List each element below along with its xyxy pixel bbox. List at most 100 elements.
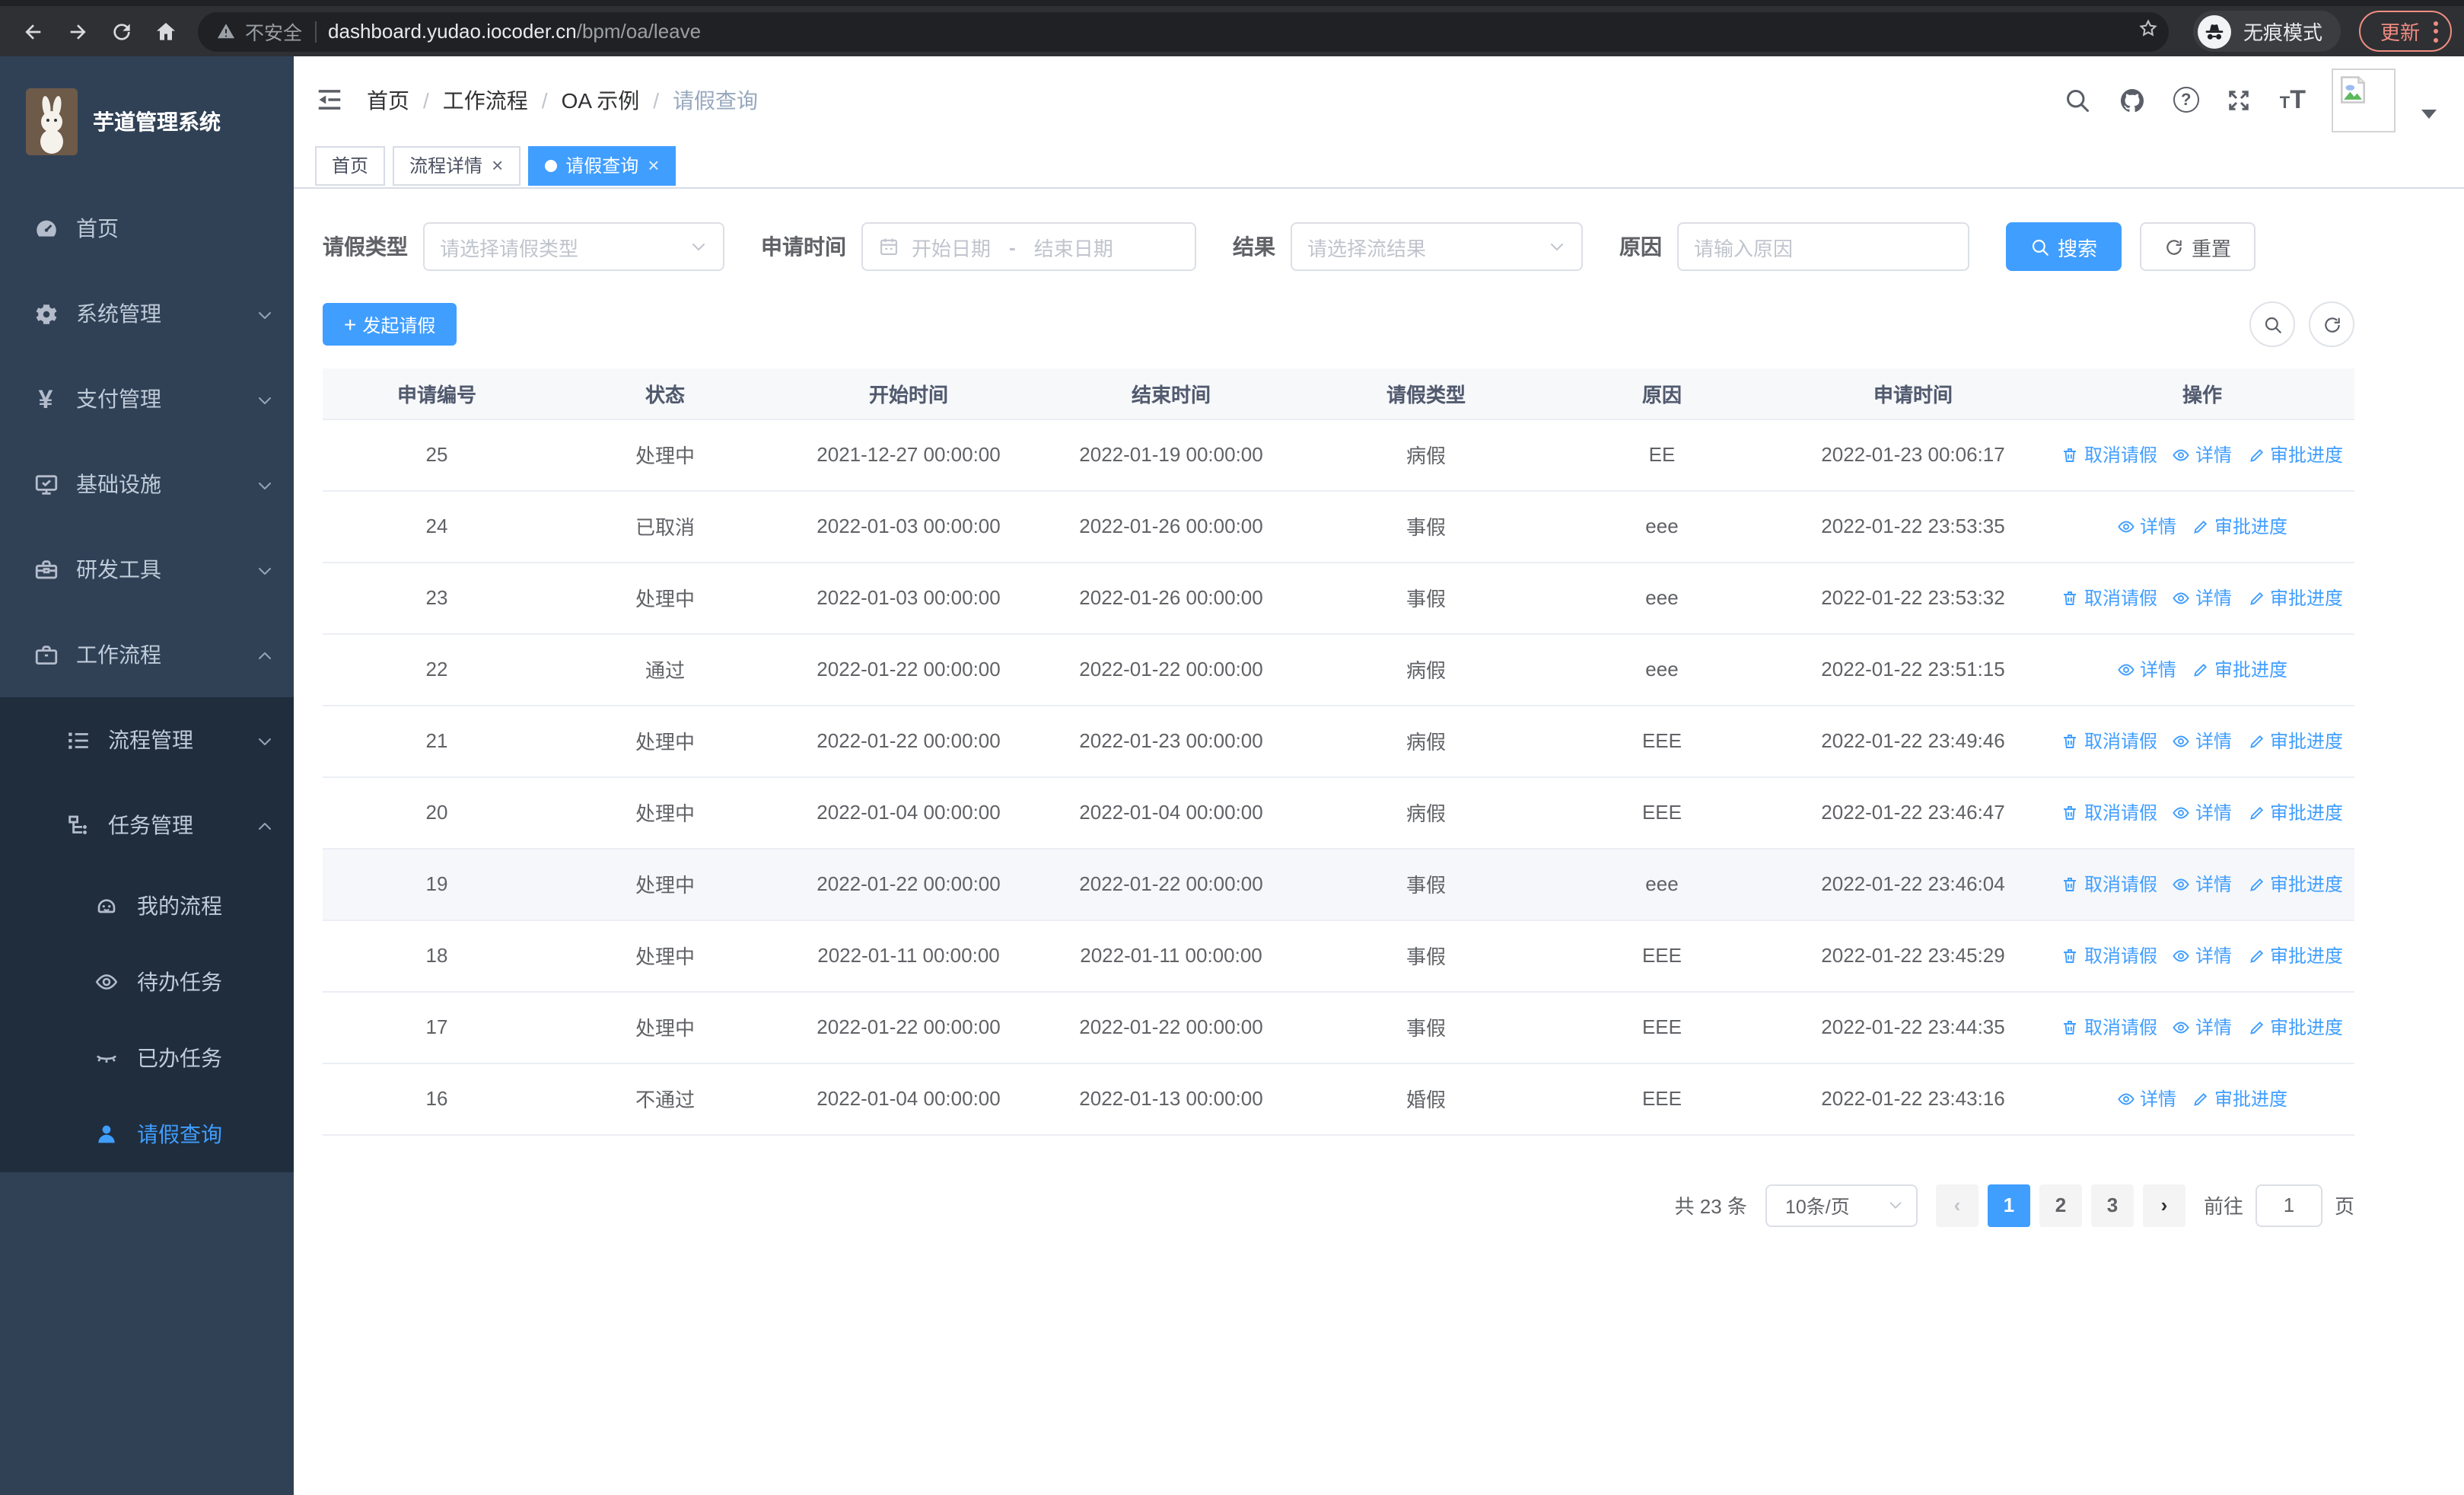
search-icon[interactable]	[2064, 85, 2093, 114]
tab-leave-query[interactable]: 请假查询 ×	[527, 145, 676, 185]
detail-link[interactable]: 详情	[2117, 513, 2176, 539]
sidebar-item-label: 我的流程	[137, 894, 222, 918]
detail-link[interactable]: 详情	[2173, 728, 2232, 754]
avatar[interactable]	[2332, 68, 2396, 132]
next-page-button[interactable]: ›	[2142, 1184, 2185, 1226]
prev-page-button[interactable]: ‹	[1935, 1184, 1979, 1226]
breadcrumb-item[interactable]: 首页	[367, 84, 409, 115]
cancel-leave-link[interactable]: 取消请假	[2061, 1014, 2157, 1040]
home-icon[interactable]	[145, 11, 186, 52]
robot-icon	[88, 894, 125, 918]
pen-icon	[2247, 1018, 2265, 1036]
approval-progress-link[interactable]: 审批进度	[2247, 441, 2343, 467]
close-icon[interactable]: ×	[492, 155, 503, 175]
sidebar-item-dev-tools[interactable]: 研发工具	[0, 527, 294, 612]
forward-icon[interactable]	[56, 11, 97, 52]
sidebar-item-my-process[interactable]: 我的流程	[0, 868, 294, 944]
workflow-submenu: 流程管理 任务管理 我的流程 待办任务 已办任务 请假查询	[0, 697, 294, 1172]
result-select[interactable]: 请选择流结果	[1291, 222, 1583, 271]
sidebar-item-label: 支付管理	[76, 387, 161, 411]
gear-icon	[27, 301, 64, 327]
fullscreen-icon[interactable]	[2225, 85, 2254, 114]
page-button-2[interactable]: 2	[2039, 1184, 2082, 1226]
sidebar-item-payment[interactable]: ¥ 支付管理	[0, 356, 294, 441]
sidebar-item-label: 待办任务	[137, 970, 222, 994]
detail-link[interactable]: 详情	[2173, 799, 2232, 825]
page-button-3[interactable]: 3	[2090, 1184, 2134, 1226]
cancel-leave-link[interactable]: 取消请假	[2061, 728, 2157, 754]
cancel-leave-link[interactable]: 取消请假	[2061, 585, 2157, 610]
approval-progress-link[interactable]: 审批进度	[2247, 728, 2343, 754]
sidebar-item-system[interactable]: 系统管理	[0, 271, 294, 356]
col-apply-time: 申请时间	[1776, 368, 2050, 419]
detail-link[interactable]: 详情	[2173, 942, 2232, 968]
approval-progress-link[interactable]: 审批进度	[2192, 656, 2287, 682]
sidebar-item-home[interactable]: 首页	[0, 186, 294, 271]
sidebar-item-leave-query[interactable]: 请假查询	[0, 1096, 294, 1172]
tab-home[interactable]: 首页	[315, 145, 386, 185]
url-text: dashboard.yudao.iocoder.cn/bpm/oa/leave	[328, 20, 702, 43]
show-search-button[interactable]	[2249, 301, 2295, 347]
security-chip[interactable]: 不安全	[216, 17, 302, 46]
leave-type-select[interactable]: 请选择请假类型	[423, 222, 724, 271]
date-end-input[interactable]: 结束日期	[1034, 232, 1113, 261]
approval-progress-link[interactable]: 审批进度	[2192, 1085, 2287, 1111]
refresh-table-button[interactable]	[2309, 301, 2354, 347]
breadcrumb: 首页 / 工作流程 / OA 示例 / 请假查询	[367, 84, 758, 115]
approval-progress-link[interactable]: 审批进度	[2192, 513, 2287, 539]
detail-link[interactable]: 详情	[2117, 1085, 2176, 1111]
date-range-picker[interactable]: 开始日期 - 结束日期	[861, 222, 1196, 271]
sidebar-item-workflow[interactable]: 工作流程	[0, 612, 294, 697]
approval-progress-link[interactable]: 审批进度	[2247, 871, 2343, 897]
approval-progress-link[interactable]: 审批进度	[2247, 799, 2343, 825]
cancel-leave-link[interactable]: 取消请假	[2061, 441, 2157, 467]
breadcrumb-item[interactable]: 工作流程	[443, 84, 528, 115]
search-button[interactable]: 搜索	[2006, 222, 2122, 271]
detail-link[interactable]: 详情	[2173, 1014, 2232, 1040]
incognito-icon	[2197, 14, 2231, 48]
sidebar-item-done-tasks[interactable]: 已办任务	[0, 1020, 294, 1096]
active-dot	[544, 159, 557, 171]
cancel-leave-link[interactable]: 取消请假	[2061, 871, 2157, 897]
sidebar-item-process-mgmt[interactable]: 流程管理	[0, 697, 294, 783]
reset-button[interactable]: 重置	[2140, 222, 2256, 271]
detail-link[interactable]: 详情	[2173, 585, 2232, 610]
approval-progress-link[interactable]: 审批进度	[2247, 585, 2343, 610]
filter-form: 请假类型 请选择请假类型 申请时间 开始日期 - 结束日期 结果 请选择流结果 …	[323, 222, 2464, 271]
breadcrumb-item[interactable]: OA 示例	[562, 84, 640, 115]
close-icon[interactable]: ×	[648, 155, 659, 175]
sidebar-item-infrastructure[interactable]: 基础设施	[0, 441, 294, 527]
github-icon[interactable]	[2119, 85, 2147, 114]
yen-icon: ¥	[38, 384, 53, 413]
detail-link[interactable]: 详情	[2117, 656, 2176, 682]
reason-input[interactable]: 请输入原因	[1677, 222, 1969, 271]
reload-icon[interactable]	[100, 11, 142, 52]
goto-page-input[interactable]	[2255, 1184, 2322, 1226]
help-icon[interactable]: ?	[2173, 87, 2199, 113]
sidebar-item-todo-tasks[interactable]: 待办任务	[0, 944, 294, 1020]
cancel-leave-link[interactable]: 取消请假	[2061, 799, 2157, 825]
date-start-input[interactable]: 开始日期	[912, 232, 991, 261]
page-size-select[interactable]: 10条/页	[1765, 1184, 1918, 1226]
cancel-leave-link[interactable]: 取消请假	[2061, 942, 2157, 968]
table-row: 16 不通过 2022-01-04 00:00:00 2022-01-13 00:00…	[323, 1063, 2354, 1135]
url-bar[interactable]: 不安全 dashboard.yudao.iocoder.cn/bpm/oa/le…	[198, 11, 2169, 51]
font-size-icon[interactable]: TT	[2280, 87, 2306, 113]
back-icon[interactable]	[12, 11, 53, 52]
screen: 不安全 dashboard.yudao.iocoder.cn/bpm/oa/le…	[0, 0, 2464, 1495]
caret-down-icon[interactable]	[2421, 109, 2437, 118]
create-leave-button[interactable]: + 发起请假	[323, 303, 457, 346]
sidebar-collapse-icon[interactable]	[315, 85, 344, 114]
detail-link[interactable]: 详情	[2173, 871, 2232, 897]
approval-progress-link[interactable]: 审批进度	[2247, 942, 2343, 968]
sidebar-item-task-mgmt[interactable]: 任务管理	[0, 783, 294, 868]
update-button[interactable]: 更新	[2358, 11, 2452, 52]
sidebar-item-label: 已办任务	[137, 1046, 222, 1070]
input-placeholder: 请输入原因	[1694, 237, 1794, 260]
detail-link[interactable]: 详情	[2173, 441, 2232, 467]
approval-progress-link[interactable]: 审批进度	[2247, 1014, 2343, 1040]
bookmark-star-icon[interactable]	[2137, 16, 2160, 46]
browser-menu-icon[interactable]	[2434, 21, 2438, 42]
tab-process-detail[interactable]: 流程详情 ×	[393, 145, 520, 185]
page-button-1[interactable]: 1	[1987, 1184, 2030, 1226]
